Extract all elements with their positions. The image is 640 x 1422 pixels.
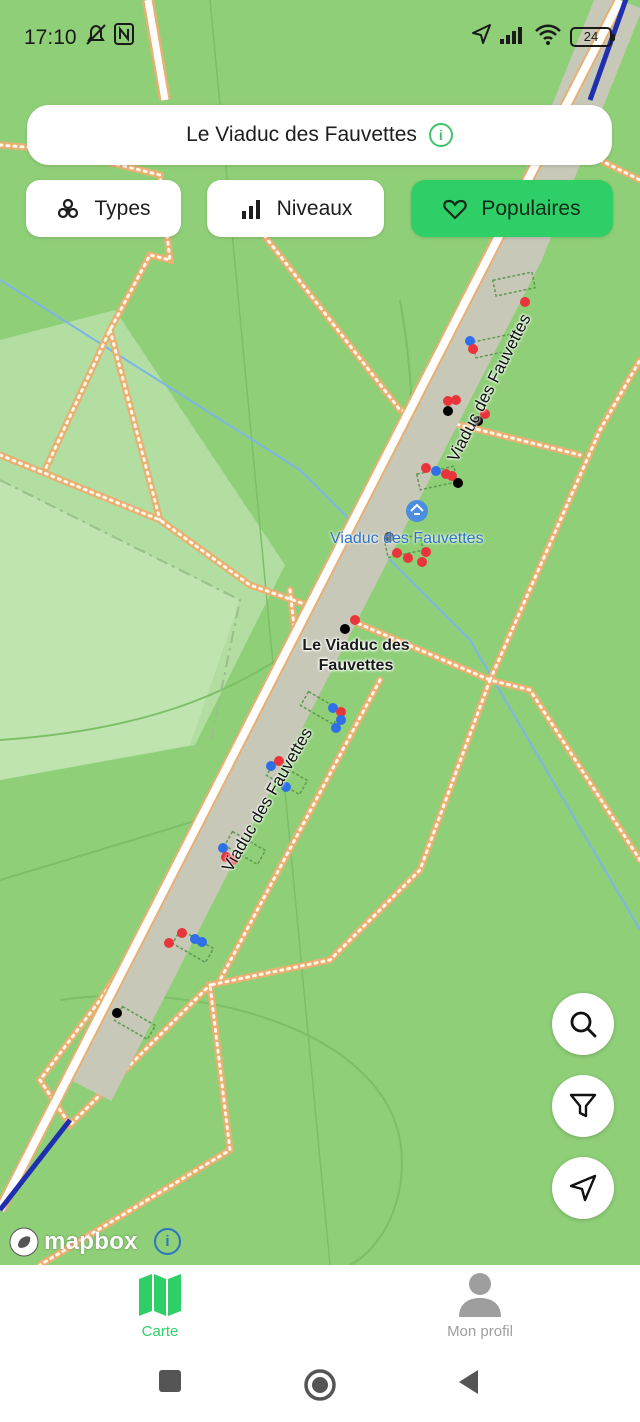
map-icon <box>139 1274 181 1316</box>
search-icon <box>570 1011 597 1038</box>
mapbox-wordmark: mapbox <box>44 1228 138 1255</box>
person-icon <box>459 1273 501 1317</box>
route-marker[interactable] <box>443 406 453 416</box>
route-marker[interactable] <box>197 937 207 947</box>
route-marker[interactable] <box>468 344 478 354</box>
filter-button[interactable] <box>552 1075 614 1137</box>
route-marker[interactable] <box>392 548 402 558</box>
route-marker[interactable] <box>453 478 463 488</box>
route-marker[interactable] <box>520 297 530 307</box>
navigation-icon <box>569 1174 597 1202</box>
status-bar: 17:10 24 <box>0 0 640 76</box>
info-circle-icon[interactable]: i <box>428 123 453 147</box>
place-label-line1: Le Viaduc des <box>302 637 410 654</box>
spot-title-bar[interactable]: Le Viaduc des Fauvettes i <box>27 105 612 165</box>
nav-item-profile[interactable]: Mon profil <box>410 1271 550 1340</box>
status-time: 17:10 <box>24 26 77 49</box>
route-marker[interactable] <box>451 395 461 405</box>
search-button[interactable] <box>552 993 614 1055</box>
wifi-icon <box>535 24 561 45</box>
route-marker[interactable] <box>340 624 350 634</box>
biohazard-icon <box>56 197 80 221</box>
nav-item-map[interactable]: Carte <box>90 1271 230 1340</box>
poi-label[interactable]: Viaduc des Fauvettes <box>330 530 484 548</box>
nav-label-profile: Mon profil <box>447 1323 513 1340</box>
filter-types-label: Types <box>94 196 151 220</box>
route-marker[interactable] <box>331 723 341 733</box>
route-marker[interactable] <box>112 1008 122 1018</box>
poi-marker[interactable] <box>406 500 428 522</box>
bell-off-icon <box>86 24 106 45</box>
filter-types-button[interactable]: Types <box>26 180 181 237</box>
filter-levels-label: Niveaux <box>276 196 353 220</box>
route-marker[interactable] <box>421 463 431 473</box>
mapbox-logo[interactable]: mapbox <box>8 1226 138 1258</box>
route-marker[interactable] <box>421 547 431 557</box>
filter-icon <box>569 1093 597 1118</box>
bar-chart-icon <box>239 197 263 221</box>
system-navigation-bar <box>0 1350 640 1422</box>
filter-popular-button[interactable]: Populaires <box>411 180 613 237</box>
signal-icon <box>500 27 522 44</box>
route-marker[interactable] <box>164 938 174 948</box>
location-arrow-icon <box>472 24 491 44</box>
home-circle-icon[interactable] <box>303 1368 337 1402</box>
place-label-line2: Fauvettes <box>318 657 394 674</box>
nav-label-map: Carte <box>141 1323 179 1340</box>
filter-popular-label: Populaires <box>481 196 581 220</box>
route-marker[interactable] <box>350 615 360 625</box>
locate-button[interactable] <box>552 1157 614 1219</box>
mapbox-icon <box>9 1227 39 1257</box>
recents-square-icon[interactable] <box>158 1368 182 1394</box>
attribution-info-icon[interactable]: i <box>154 1228 181 1255</box>
place-label[interactable]: Le Viaduc des Fauvettes <box>296 636 416 676</box>
spot-title: Le Viaduc des Fauvettes <box>186 123 417 146</box>
bottom-navigation: Carte Mon profil <box>0 1265 640 1350</box>
back-triangle-icon[interactable] <box>456 1368 482 1396</box>
route-marker[interactable] <box>403 553 413 563</box>
route-marker[interactable] <box>431 466 441 476</box>
nfc-icon <box>114 23 134 45</box>
battery-icon: 24 <box>570 27 615 47</box>
heart-icon <box>443 198 468 220</box>
route-marker[interactable] <box>177 928 187 938</box>
filter-levels-button[interactable]: Niveaux <box>207 180 384 237</box>
route-marker[interactable] <box>417 557 427 567</box>
